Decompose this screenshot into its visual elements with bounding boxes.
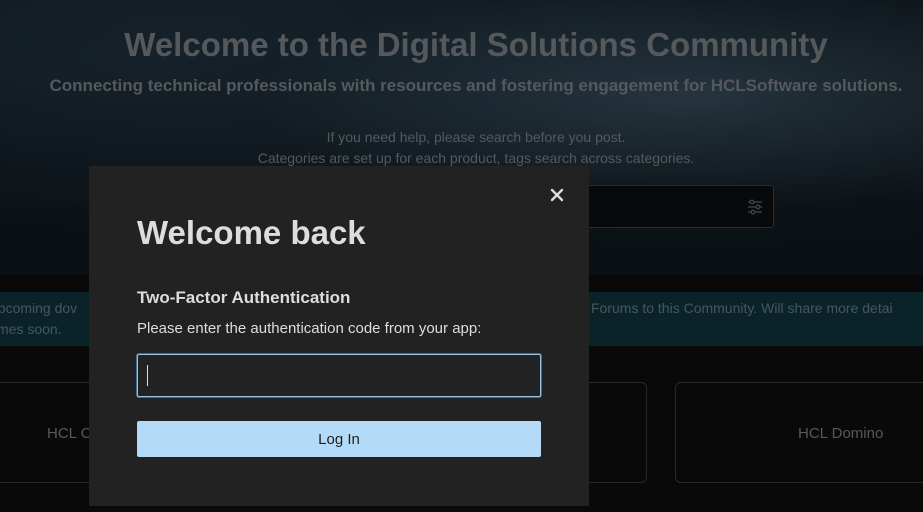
- text-cursor: [147, 365, 148, 386]
- close-icon[interactable]: [546, 184, 568, 206]
- login-modal: Welcome back Two-Factor Authentication P…: [89, 166, 589, 506]
- authentication-code-input[interactable]: [137, 354, 541, 397]
- modal-title: Welcome back: [137, 214, 366, 251]
- tfa-instructions: Please enter the authentication code fro…: [137, 320, 482, 337]
- tfa-heading: Two-Factor Authentication: [137, 288, 351, 307]
- log-in-button[interactable]: Log In: [137, 421, 541, 457]
